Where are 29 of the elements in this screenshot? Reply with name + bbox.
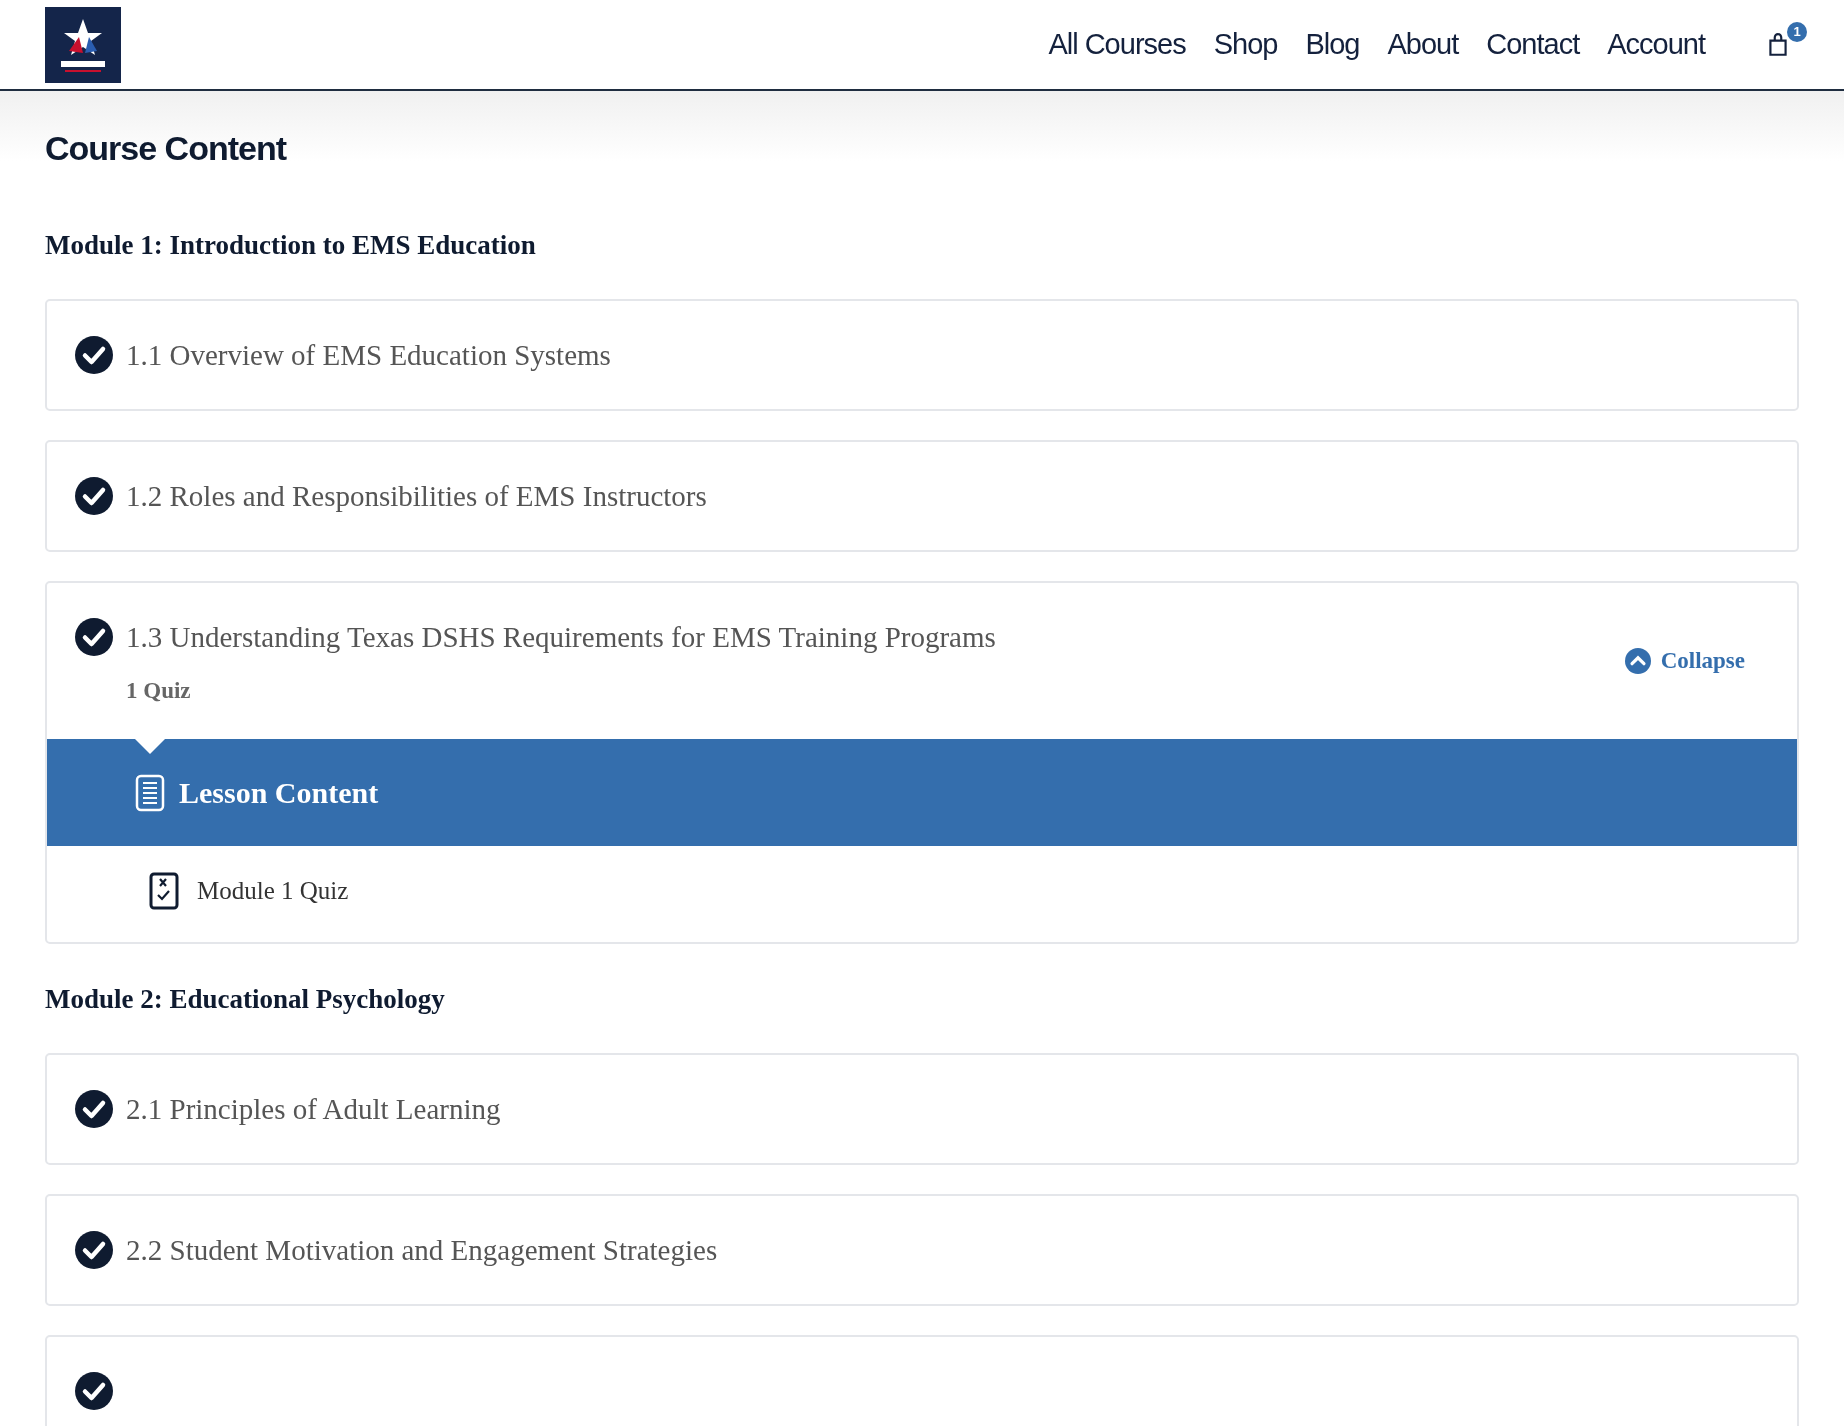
nav-link[interactable]: Account [1607,28,1705,61]
module-heading: Module 1: Introduction to EMS Education [45,230,537,261]
lesson-card[interactable]: 2.2 Student Motivation and Engagement Strategies [45,1194,1799,1306]
nav-link[interactable]: Blog [1305,28,1360,61]
nav-link[interactable]: Shop [1213,28,1278,61]
quiz-link[interactable]: Module 1 Quiz [197,877,349,905]
lesson-title[interactable]: 1.1 Overview of EMS Education Systems [126,338,611,372]
lesson-title[interactable]: 1.2 Roles and Responsibilities of EMS Instructors [126,479,707,513]
lesson-title[interactable]: 2.1 Principles of Adult Learning [126,1092,501,1126]
quiz-icon [149,872,179,910]
lesson-content-heading: Lesson Content [179,775,379,810]
nav-link[interactable]: All Courses [1048,28,1186,61]
cart-count-badge: 1 [1787,21,1807,42]
pointer-notch-icon [135,739,165,755]
nav-link[interactable]: About [1387,28,1459,61]
lesson-card[interactable]: 1.3 Understanding Texas DSHS Requirements for EMS Training Programs 1 Quiz Collapse Lesson Content Module 1 Quiz [45,581,1799,944]
logo-icon[interactable] [45,6,121,83]
module-heading: Module 2: Educational Psychology [45,984,446,1015]
nav-link[interactable]: Contact [1486,28,1580,61]
lesson-title[interactable]: 1.3 Understanding Texas DSHS Requirements for EMS Training Programs [126,620,996,654]
chevron-up-circle-icon [1624,648,1651,674]
collapse-link[interactable]: Collapse [1624,648,1745,674]
lesson-card[interactable]: 1.2 Roles and Responsibilities of EMS Instructors [45,440,1799,552]
lesson-title[interactable]: 2.2 Student Motivation and Engagement Strategies [126,1233,718,1267]
lesson-card[interactable]: 2.1 Principles of Adult Learning [45,1053,1799,1165]
page-title: Course Content [45,129,288,168]
lesson-card[interactable]: 1.1 Overview of EMS Education Systems [45,299,1799,411]
document-icon [135,773,165,812]
lesson-meta: 1 Quiz [126,678,192,704]
